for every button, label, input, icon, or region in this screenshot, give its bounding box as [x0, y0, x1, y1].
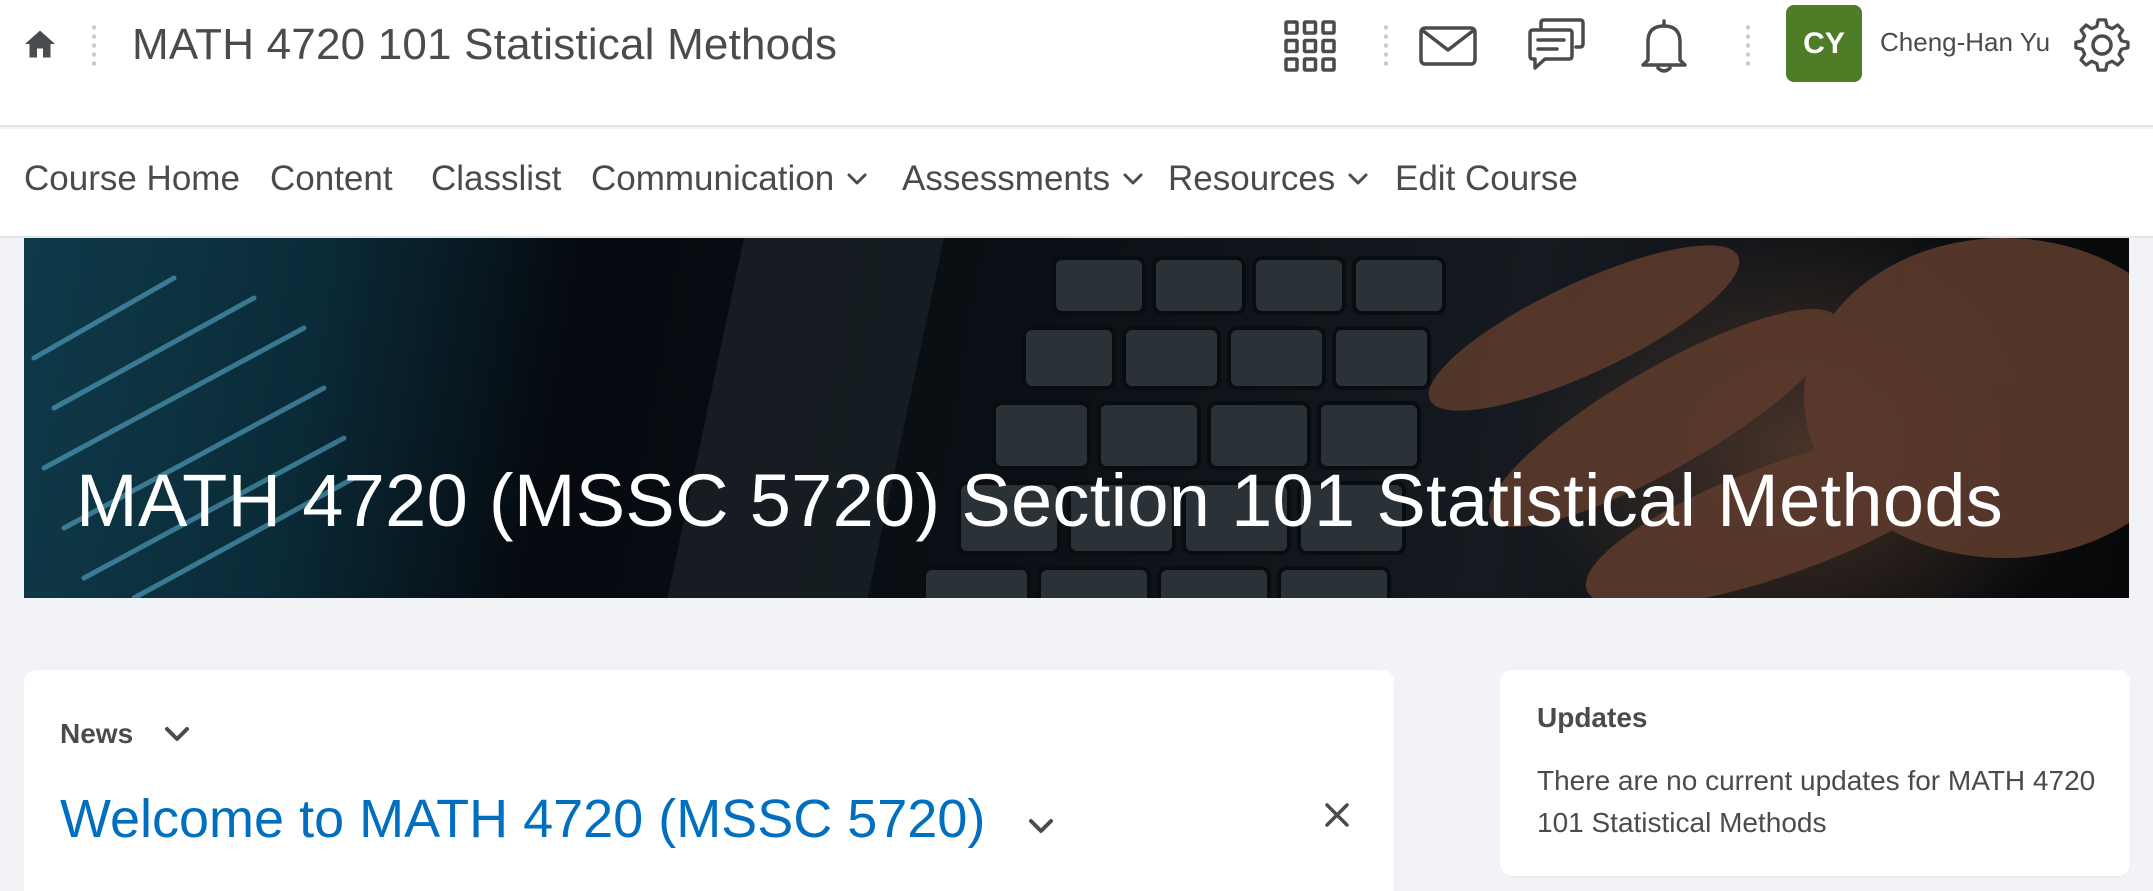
nav-resources[interactable]: Resources — [1168, 159, 1369, 199]
news-widget: News Welcome to MATH 4720 (MSSC 5720) — [24, 670, 1394, 891]
nav-course-home[interactable]: Course Home — [24, 159, 240, 199]
mail-icon[interactable] — [1418, 16, 1478, 76]
chat-icon[interactable] — [1526, 16, 1586, 76]
bell-icon[interactable] — [1634, 16, 1694, 76]
keyboard-banner-image — [31, 238, 2129, 598]
nav-assessments[interactable]: Assessments — [902, 159, 1144, 199]
gear-icon[interactable] — [2072, 16, 2132, 76]
close-icon[interactable] — [1322, 800, 1352, 830]
banner-title: MATH 4720 (MSSC 5720) Section 101 Statis… — [76, 459, 2004, 542]
chevron-down-icon — [1123, 173, 1143, 185]
updates-heading: Updates — [1537, 702, 1648, 733]
chevron-down-icon[interactable] — [162, 720, 192, 748]
header-divider — [1746, 23, 1750, 67]
user-name[interactable]: Cheng-Han Yu — [1880, 27, 2050, 58]
news-heading: News — [60, 718, 134, 749]
nav-label: Classlist — [431, 159, 562, 198]
nav-label: Communication — [591, 159, 835, 198]
nav-content[interactable]: Content — [270, 159, 393, 199]
nav-communication[interactable]: Communication — [591, 159, 868, 199]
chevron-down-icon — [1348, 173, 1368, 185]
nav-label: Course Home — [24, 159, 240, 198]
top-header: MATH 4720 101 Statistical Methods CY Che… — [0, 0, 2153, 127]
chevron-down-icon — [847, 173, 867, 185]
course-title[interactable]: MATH 4720 101 Statistical Methods — [132, 20, 837, 70]
nav-label: Edit Course — [1395, 159, 1578, 198]
course-banner: MATH 4720 (MSSC 5720) Section 101 Statis… — [24, 238, 2129, 598]
nav-classlist[interactable]: Classlist — [431, 159, 561, 199]
nav-label: Assessments — [902, 159, 1111, 198]
course-navbar: Course Home Content Classlist Communicat… — [0, 129, 2153, 238]
home-icon[interactable] — [22, 26, 58, 62]
nav-label: Content — [270, 159, 393, 198]
nav-label: Resources — [1168, 159, 1336, 198]
nav-edit-course[interactable]: Edit Course — [1395, 159, 1578, 199]
updates-widget: Updates There are no current updates for… — [1500, 670, 2130, 876]
chevron-down-icon[interactable] — [1026, 812, 1056, 840]
updates-message: There are no current updates for MATH 47… — [1537, 765, 2096, 838]
waffle-grid-icon[interactable] — [1280, 16, 1340, 76]
header-divider — [92, 23, 96, 67]
avatar[interactable]: CY — [1786, 5, 1862, 82]
header-divider — [1384, 23, 1388, 67]
news-item-title[interactable]: Welcome to MATH 4720 (MSSC 5720) — [60, 788, 985, 850]
